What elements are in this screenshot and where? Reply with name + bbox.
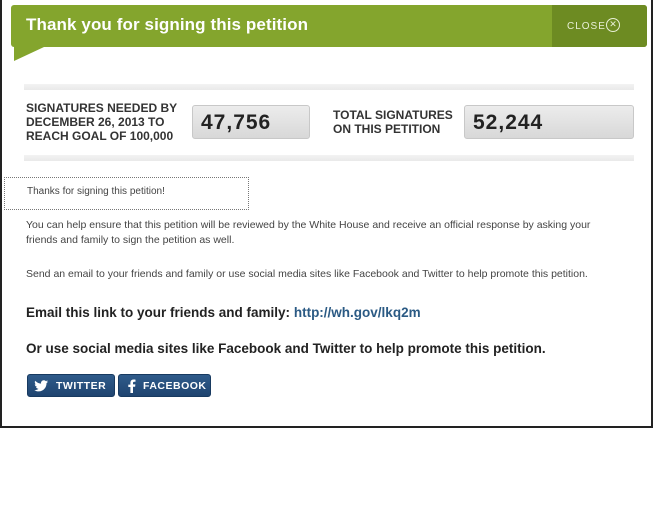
signatures-needed-box: 47,756 [192, 105, 310, 139]
separator-bottom [24, 155, 634, 161]
email-link-line: Email this link to your friends and fami… [26, 305, 421, 320]
twitter-button[interactable]: TWITTER [27, 374, 115, 397]
petition-short-link[interactable]: http://wh.gov/lkq2m [294, 305, 421, 320]
close-icon: ✕ [606, 18, 620, 32]
close-button[interactable]: CLOSE ✕ [552, 5, 647, 47]
header-tail-arrow [14, 47, 44, 61]
total-signatures-value: 52,244 [473, 111, 544, 134]
petition-modal: Thank you for signing this petition CLOS… [0, 0, 653, 428]
facebook-button[interactable]: FACEBOOK [118, 374, 211, 397]
modal-header: Thank you for signing this petition CLOS… [11, 5, 647, 47]
twitter-label: TWITTER [56, 380, 107, 392]
signatures-needed-value: 47,756 [201, 111, 272, 134]
facebook-f-icon [128, 379, 136, 393]
signatures-needed-label: SIGNATURES NEEDED BY DECEMBER 26, 2013 T… [26, 101, 178, 143]
help-paragraph: You can help ensure that this petition w… [26, 219, 591, 246]
total-signatures-label: TOTAL SIGNATURES ON THIS PETITION [333, 108, 453, 136]
close-label: CLOSE [567, 21, 606, 32]
total-signatures-box: 52,244 [464, 105, 634, 139]
thanks-message: Thanks for signing this petition! [27, 186, 165, 197]
facebook-label: FACEBOOK [143, 380, 207, 392]
page: Thank you for signing this petition CLOS… [0, 0, 653, 512]
twitter-bird-icon [34, 380, 48, 392]
social-media-line: Or use social media sites like Facebook … [26, 341, 546, 356]
separator-top [24, 84, 634, 90]
email-link-prefix: Email this link to your friends and fami… [26, 305, 291, 320]
promote-paragraph: Send an email to your friends and family… [26, 268, 588, 280]
thanks-message-box: Thanks for signing this petition! [4, 177, 249, 210]
modal-title: Thank you for signing this petition [26, 15, 309, 34]
